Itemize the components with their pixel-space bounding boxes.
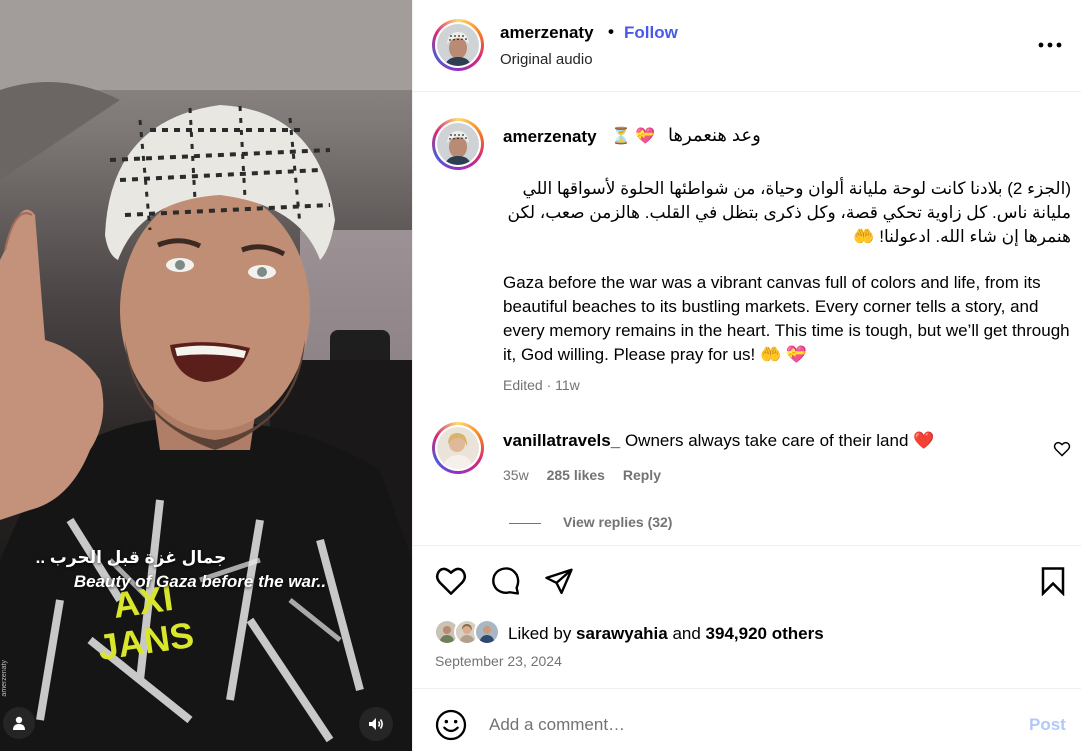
profile-photo bbox=[437, 123, 479, 165]
like-button[interactable] bbox=[434, 564, 468, 598]
profile-photo bbox=[437, 24, 479, 66]
liked-by-user[interactable]: sarawyahia bbox=[576, 624, 668, 643]
likes-count[interactable]: 394,920 others bbox=[706, 624, 824, 643]
reel-video[interactable]: AXI JANS جمال غزة قبل الحرب .. Beauty of… bbox=[0, 0, 412, 751]
comment-meta: 35w 285 likes Reply bbox=[503, 467, 675, 483]
smiley-icon bbox=[435, 709, 467, 741]
speech-bubble-icon bbox=[492, 567, 520, 595]
share-button[interactable] bbox=[542, 564, 576, 598]
audio-label[interactable]: Original audio bbox=[500, 51, 593, 68]
speaker-icon bbox=[369, 718, 383, 730]
profile-photo bbox=[437, 427, 479, 469]
caption-arabic-title: وعد هنعمرها bbox=[668, 125, 761, 145]
replies-divider bbox=[509, 522, 541, 524]
liked-by-prefix: Liked by bbox=[508, 624, 577, 643]
view-replies-label: View replies (32) bbox=[563, 514, 673, 530]
liker-avatar bbox=[474, 619, 500, 645]
user-icon bbox=[13, 716, 25, 730]
separator-dot: • bbox=[608, 22, 614, 41]
post-header: amerzenaty • Follow Original audio bbox=[413, 0, 1081, 92]
save-button[interactable] bbox=[1036, 564, 1070, 598]
video-watermark: amerzenaty bbox=[1, 660, 8, 697]
comments-section[interactable]: amerzenaty ⏳ 💝 وعد هنعمرها (الجزء 2) بلا… bbox=[413, 92, 1081, 545]
comment-likes[interactable]: 285 likes bbox=[547, 467, 605, 483]
caption-author-avatar[interactable] bbox=[432, 118, 484, 170]
liked-by-text: Liked by sarawyahia and 394,920 others bbox=[508, 624, 824, 644]
caption-english-body: Gaza before the war was a vibrant canvas… bbox=[503, 273, 1070, 364]
more-options-button[interactable] bbox=[1036, 31, 1064, 59]
comment-text: vanillatravels_ Owners always take care … bbox=[503, 431, 934, 451]
video-caption-arabic: جمال غزة قبل الحرب .. bbox=[35, 548, 227, 567]
comment-body: Owners always take care of their land bbox=[624, 431, 909, 450]
tagged-users-button[interactable] bbox=[3, 707, 35, 739]
comment-like-button[interactable] bbox=[1053, 441, 1071, 462]
comment-age: 35w bbox=[503, 467, 529, 483]
add-comment-bar: Post bbox=[413, 688, 1081, 751]
caption-meta: Edited · 11w bbox=[503, 377, 580, 393]
post-comment-button[interactable]: Post bbox=[1029, 715, 1066, 735]
post-actions: Liked by sarawyahia and 394,920 others S… bbox=[413, 545, 1081, 688]
mute-toggle-button[interactable] bbox=[359, 707, 393, 741]
caption-emoji: ⏳ 💝 bbox=[611, 128, 656, 145]
post-date[interactable]: September 23, 2024 bbox=[435, 653, 562, 669]
heart-icon bbox=[1053, 441, 1071, 457]
heart-icon bbox=[435, 567, 467, 595]
commenter-avatar[interactable] bbox=[432, 422, 484, 474]
paper-plane-icon bbox=[545, 568, 573, 595]
comment-reply-button[interactable]: Reply bbox=[623, 467, 661, 483]
comment-username[interactable]: vanillatravels_ bbox=[503, 431, 620, 450]
follow-button[interactable]: Follow bbox=[624, 23, 678, 43]
video-frame-illustration: AXI JANS bbox=[0, 0, 412, 751]
ellipsis-icon bbox=[1038, 42, 1062, 48]
post-panel: amerzenaty • Follow Original audio amerz… bbox=[412, 0, 1081, 751]
caption-username[interactable]: amerzenaty bbox=[503, 127, 597, 147]
comment-emoji: ❤️ bbox=[913, 431, 935, 450]
liked-by-avatars[interactable] bbox=[434, 619, 504, 647]
emoji-picker-button[interactable] bbox=[435, 709, 467, 741]
author-avatar[interactable] bbox=[432, 19, 484, 71]
bookmark-icon bbox=[1041, 567, 1065, 596]
liked-by-connector: and bbox=[667, 624, 706, 643]
comment-button[interactable] bbox=[489, 564, 523, 598]
comment-input[interactable] bbox=[489, 711, 989, 739]
view-replies-button[interactable]: View replies (32) bbox=[509, 514, 672, 530]
caption-arabic-body: (الجزء 2) بلادنا كانت لوحة مليانة ألوان … bbox=[507, 179, 1072, 246]
video-caption-english: Beauty of Gaza before the war.. bbox=[73, 572, 327, 591]
author-username[interactable]: amerzenaty bbox=[500, 23, 594, 43]
